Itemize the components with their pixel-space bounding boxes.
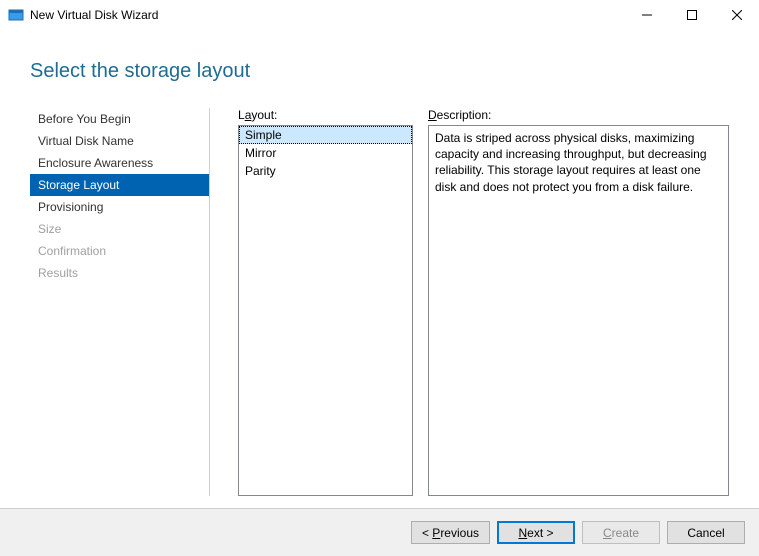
content-area: Layout: Simple Mirror Parity Description…	[210, 108, 729, 496]
nav-before-you-begin[interactable]: Before You Begin	[30, 108, 209, 130]
nav-enclosure-awareness[interactable]: Enclosure Awareness	[30, 152, 209, 174]
previous-button[interactable]: < Previous	[411, 521, 490, 544]
nav-confirmation: Confirmation	[30, 240, 209, 262]
create-button: Create	[582, 521, 660, 544]
page-header: Select the storage layout	[0, 30, 759, 108]
nav-virtual-disk-name[interactable]: Virtual Disk Name	[30, 130, 209, 152]
titlebar: New Virtual Disk Wizard	[0, 0, 759, 30]
layout-column: Layout: Simple Mirror Parity	[238, 108, 413, 496]
description-column: Description: Data is striped across phys…	[428, 108, 729, 496]
maximize-button[interactable]	[669, 0, 714, 30]
window-title: New Virtual Disk Wizard	[30, 8, 158, 22]
wizard-nav: Before You Begin Virtual Disk Name Enclo…	[30, 108, 210, 496]
layout-option-parity[interactable]: Parity	[239, 162, 412, 180]
nav-storage-layout[interactable]: Storage Layout	[30, 174, 209, 196]
wizard-body: Before You Begin Virtual Disk Name Enclo…	[0, 108, 759, 496]
layout-listbox[interactable]: Simple Mirror Parity	[238, 125, 413, 496]
description-box: Data is striped across physical disks, m…	[428, 125, 729, 496]
layout-option-mirror[interactable]: Mirror	[239, 144, 412, 162]
cancel-button[interactable]: Cancel	[667, 521, 745, 544]
next-button[interactable]: Next >	[497, 521, 575, 544]
app-icon	[8, 7, 24, 23]
minimize-button[interactable]	[624, 0, 669, 30]
nav-provisioning[interactable]: Provisioning	[30, 196, 209, 218]
layout-option-simple[interactable]: Simple	[239, 126, 412, 144]
layout-label: Layout:	[238, 108, 413, 122]
description-label: Description:	[428, 108, 729, 122]
nav-size: Size	[30, 218, 209, 240]
page-title: Select the storage layout	[30, 60, 729, 83]
nav-results: Results	[30, 262, 209, 284]
close-button[interactable]	[714, 0, 759, 30]
button-row: < Previous Next > Create Cancel	[0, 508, 759, 556]
description-text: Data is striped across physical disks, m…	[435, 131, 707, 194]
